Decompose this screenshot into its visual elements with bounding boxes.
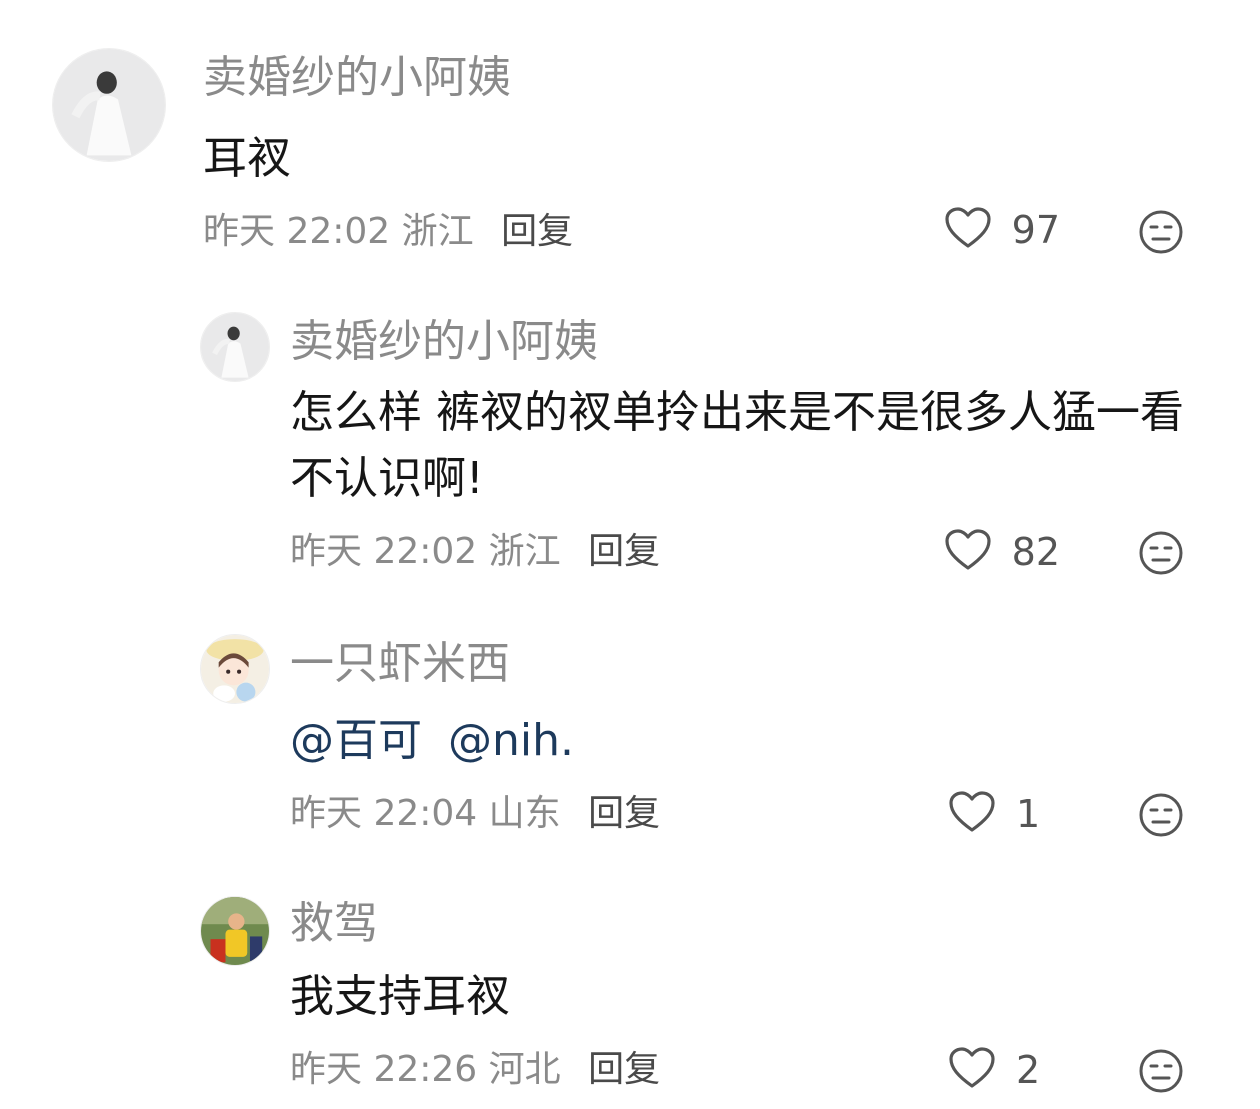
dislike-button[interactable] [1138, 209, 1184, 255]
comment-meta: 昨天 22:02 浙江 回复 [203, 210, 573, 254]
like-button[interactable]: 97 [944, 206, 1060, 254]
avatar[interactable] [200, 634, 270, 704]
comment-location: 浙江 [488, 531, 561, 572]
comment-item: 救驾 我支持耳衩 昨天 22:26 河北 回复 2 [0, 870, 1260, 1109]
comment-item: 一只虾米西 @百可 @nih. 昨天 22:04 山东 回复 1 [0, 610, 1260, 860]
comment-text: 我支持耳衩 [290, 971, 510, 1022]
comment-item: 卖婚纱的小阿姨 耳衩 昨天 22:02 浙江 回复 97 [0, 0, 1260, 280]
mention-link[interactable]: @百可 [290, 715, 422, 766]
dislike-button[interactable] [1138, 1048, 1184, 1094]
like-button[interactable]: 1 [948, 790, 1060, 838]
like-count: 1 [1016, 792, 1041, 836]
comment-meta: 昨天 22:04 山东 回复 [290, 792, 660, 836]
comment-time: 昨天 22:02 [290, 531, 478, 572]
comment-location: 浙江 [401, 211, 474, 252]
comment-location: 山东 [488, 793, 561, 834]
reply-button[interactable]: 回复 [588, 531, 660, 572]
heart-outline-icon [948, 790, 996, 838]
comment-time: 昨天 22:04 [290, 793, 478, 834]
avatar[interactable] [52, 48, 166, 162]
avatar[interactable] [200, 896, 270, 966]
unamused-face-icon [1138, 210, 1184, 259]
comment-username[interactable]: 卖婚纱的小阿姨 [203, 52, 511, 104]
comment-text: 怎么样 裤衩的衩单拎出来是不是很多人猛一看不认识啊! [290, 387, 1184, 504]
heart-outline-icon [944, 528, 992, 576]
dislike-button[interactable] [1138, 530, 1184, 576]
comment-username[interactable]: 一只虾米西 [290, 638, 510, 690]
reply-button[interactable]: 回复 [501, 211, 573, 252]
heart-outline-icon [948, 1046, 996, 1094]
comment-text: @百可 @nih. [290, 708, 1195, 774]
like-button[interactable]: 82 [944, 528, 1060, 576]
unamused-face-icon [1138, 531, 1184, 580]
like-count: 97 [1011, 208, 1060, 252]
like-count: 82 [1011, 530, 1060, 574]
comment-username[interactable]: 卖婚纱的小阿姨 [290, 316, 598, 368]
comment-text: 耳衩 [203, 133, 291, 184]
comment-username[interactable]: 救驾 [290, 898, 378, 950]
comment-time: 昨天 22:02 [203, 211, 391, 252]
comment-location: 河北 [488, 1049, 561, 1090]
dislike-button[interactable] [1138, 792, 1184, 838]
like-count: 2 [1016, 1048, 1041, 1092]
unamused-face-icon [1138, 793, 1184, 842]
comment-meta: 昨天 22:26 河北 回复 [290, 1048, 660, 1092]
comment-time: 昨天 22:26 [290, 1049, 478, 1090]
like-button[interactable]: 2 [948, 1046, 1060, 1094]
comment-meta: 昨天 22:02 浙江 回复 [290, 530, 660, 574]
comment-item: 卖婚纱的小阿姨 怎么样 裤衩的衩单拎出来是不是很多人猛一看不认识啊! 昨天 22… [0, 290, 1260, 590]
reply-button[interactable]: 回复 [588, 793, 660, 834]
mention-link[interactable]: @nih. [448, 715, 574, 766]
avatar[interactable] [200, 312, 270, 382]
unamused-face-icon [1138, 1049, 1184, 1098]
heart-outline-icon [944, 206, 992, 254]
reply-button[interactable]: 回复 [588, 1049, 660, 1090]
